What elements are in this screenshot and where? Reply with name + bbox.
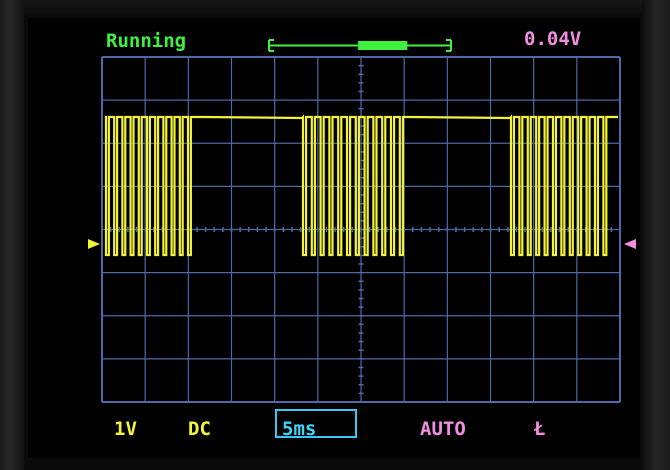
lcd-screen — [28, 18, 640, 458]
device-bezel-right — [642, 0, 670, 470]
volts-per-div-setting[interactable]: 1V — [114, 418, 137, 440]
memory-window-indicator — [358, 41, 408, 50]
run-status-label: Running — [106, 30, 187, 52]
device-bezel-top — [0, 0, 670, 14]
timebase-setting[interactable]: 5ms — [282, 418, 316, 440]
coupling-setting[interactable]: DC — [188, 418, 211, 440]
trigger-level-readout: 0.04V — [524, 28, 582, 50]
memory-position-bar[interactable] — [265, 37, 457, 57]
device-bezel-left — [0, 0, 24, 470]
trigger-mode-setting[interactable]: AUTO — [420, 418, 466, 440]
trigger-edge-icon[interactable]: Ł — [534, 418, 545, 440]
